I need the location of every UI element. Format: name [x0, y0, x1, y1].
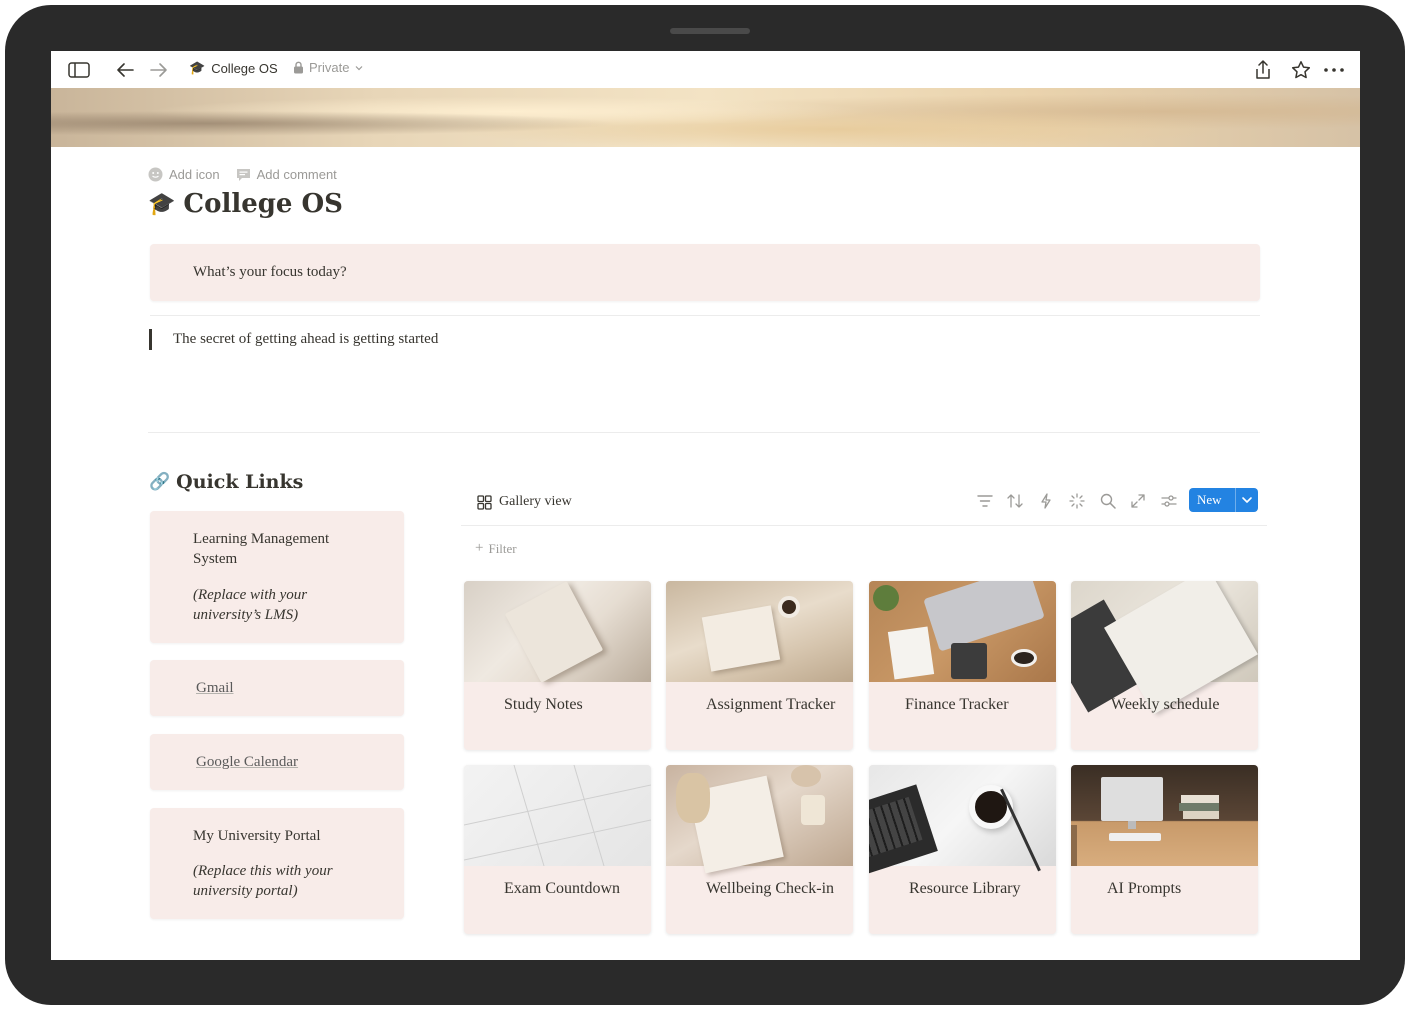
gallery-card-wellbeing-check-in[interactable]: Wellbeing Check-in — [666, 765, 853, 934]
card-title: AI Prompts — [1107, 880, 1182, 897]
gallery-card-study-notes[interactable]: Study Notes — [464, 581, 651, 750]
card-cover-image — [464, 581, 651, 683]
filter-label: Filter — [488, 540, 517, 556]
breadcrumb-title: College OS — [211, 60, 278, 76]
gallery-card-assignment-tracker[interactable]: Assignment Tracker — [666, 581, 853, 750]
privacy-label: Private — [309, 60, 350, 75]
card-cover-image — [869, 581, 1056, 682]
comment-icon — [236, 168, 250, 181]
quick-link-gmail[interactable]: Gmail — [150, 660, 404, 716]
more-options-icon[interactable] — [1322, 58, 1346, 82]
divider — [148, 432, 1260, 433]
gallery-grid-icon — [477, 494, 492, 510]
breadcrumb[interactable]: 🎓 College OS — [189, 60, 278, 76]
gallery-card-ai-prompts[interactable]: AI Prompts — [1071, 765, 1258, 934]
star-icon[interactable] — [1289, 58, 1313, 82]
tab-gallery-view[interactable]: Gallery view — [477, 494, 572, 510]
lock-icon — [294, 61, 303, 74]
quick-link-university-portal[interactable]: My University Portal (Replace this with … — [150, 808, 404, 919]
gmail-link[interactable]: Gmail — [196, 678, 234, 698]
quick-link-note: (Replace with your university’s LMS) — [193, 587, 308, 623]
sort-icon[interactable] — [1005, 491, 1025, 511]
gallery-view-label: Gallery view — [499, 494, 572, 509]
sidebar-toggle-icon[interactable] — [67, 58, 91, 82]
focus-callout[interactable]: What’s your focus today? — [150, 244, 1260, 301]
quick-link-label: Learning Management System — [193, 531, 330, 567]
card-cover-image — [1071, 581, 1258, 715]
page-title[interactable]: 🎓 College OS — [148, 189, 343, 219]
expand-icon[interactable] — [1128, 491, 1148, 511]
page-title-text: College OS — [183, 189, 343, 219]
automation-lightning-icon[interactable] — [1036, 491, 1056, 511]
quick-link-google-calendar[interactable]: Google Calendar — [150, 734, 404, 790]
gallery-card-finance-tracker[interactable]: Finance Tracker — [869, 581, 1056, 750]
card-cover-image — [666, 765, 853, 874]
back-arrow-icon[interactable] — [113, 58, 137, 82]
card-title: Assignment Tracker — [706, 696, 836, 713]
card-title: Resource Library — [909, 880, 1021, 897]
graduation-cap-icon: 🎓 — [189, 60, 206, 75]
card-cover-image — [1071, 765, 1258, 866]
gallery-card-resource-library[interactable]: Resource Library — [869, 765, 1056, 934]
privacy-dropdown[interactable]: Private — [293, 60, 369, 75]
ai-sparkle-icon[interactable] — [1067, 491, 1087, 511]
quick-links-title: Quick Links — [176, 471, 304, 493]
card-title: Exam Countdown — [504, 880, 620, 897]
card-cover-image — [666, 581, 853, 682]
smiley-icon — [148, 167, 163, 182]
device-notch — [670, 28, 750, 34]
gallery-toolbar: Gallery view New — [461, 485, 1267, 526]
new-button-label: New — [1197, 492, 1222, 507]
settings-sliders-icon[interactable] — [1159, 491, 1179, 511]
add-comment-button[interactable]: Add comment — [236, 167, 337, 182]
add-comment-label: Add comment — [256, 167, 337, 182]
card-title: Wellbeing Check-in — [706, 880, 835, 897]
search-icon[interactable] — [1098, 491, 1118, 511]
card-title: Weekly schedule — [1111, 696, 1220, 713]
plus-icon: + — [475, 540, 484, 556]
gallery-card-exam-countdown[interactable]: Exam Countdown — [464, 765, 651, 934]
quick-link-note: (Replace this with your university porta… — [193, 863, 333, 899]
gallery-card-weekly-schedule[interactable]: Weekly schedule — [1071, 581, 1258, 750]
notion-window: 🎓 College OS Private Add icon Add commen… — [51, 51, 1360, 960]
quick-link-label: My University Portal — [193, 828, 321, 844]
chevron-down-icon — [356, 65, 363, 70]
card-title: Study Notes — [504, 696, 583, 713]
divider — [150, 315, 1260, 316]
quick-link-lms[interactable]: Learning Management System (Replace with… — [150, 511, 404, 643]
add-icon-label: Add icon — [169, 167, 220, 182]
top-bar: 🎓 College OS Private — [51, 51, 1360, 88]
page-actions: Add icon Add comment — [148, 167, 353, 182]
focus-prompt: What’s your focus today? — [193, 264, 347, 280]
add-filter-button[interactable]: + Filter — [475, 540, 517, 557]
chevron-down-icon[interactable] — [1236, 496, 1258, 504]
graduation-cap-icon: 🎓 — [148, 191, 176, 217]
new-button[interactable]: New — [1189, 488, 1258, 512]
card-cover-image — [464, 765, 651, 866]
quick-links-heading[interactable]: 🔗 Quick Links — [149, 471, 303, 493]
google-calendar-link[interactable]: Google Calendar — [196, 752, 298, 772]
share-icon[interactable] — [1251, 58, 1275, 82]
quote-block[interactable]: The secret of getting ahead is getting s… — [149, 329, 438, 350]
link-icon: 🔗 — [149, 472, 171, 492]
forward-arrow-icon[interactable] — [147, 58, 171, 82]
add-icon-button[interactable]: Add icon — [148, 167, 220, 182]
cover-image[interactable] — [51, 88, 1360, 147]
filter-icon[interactable] — [975, 491, 995, 511]
card-title: Finance Tracker — [905, 696, 1009, 713]
card-cover-image — [869, 765, 1056, 876]
